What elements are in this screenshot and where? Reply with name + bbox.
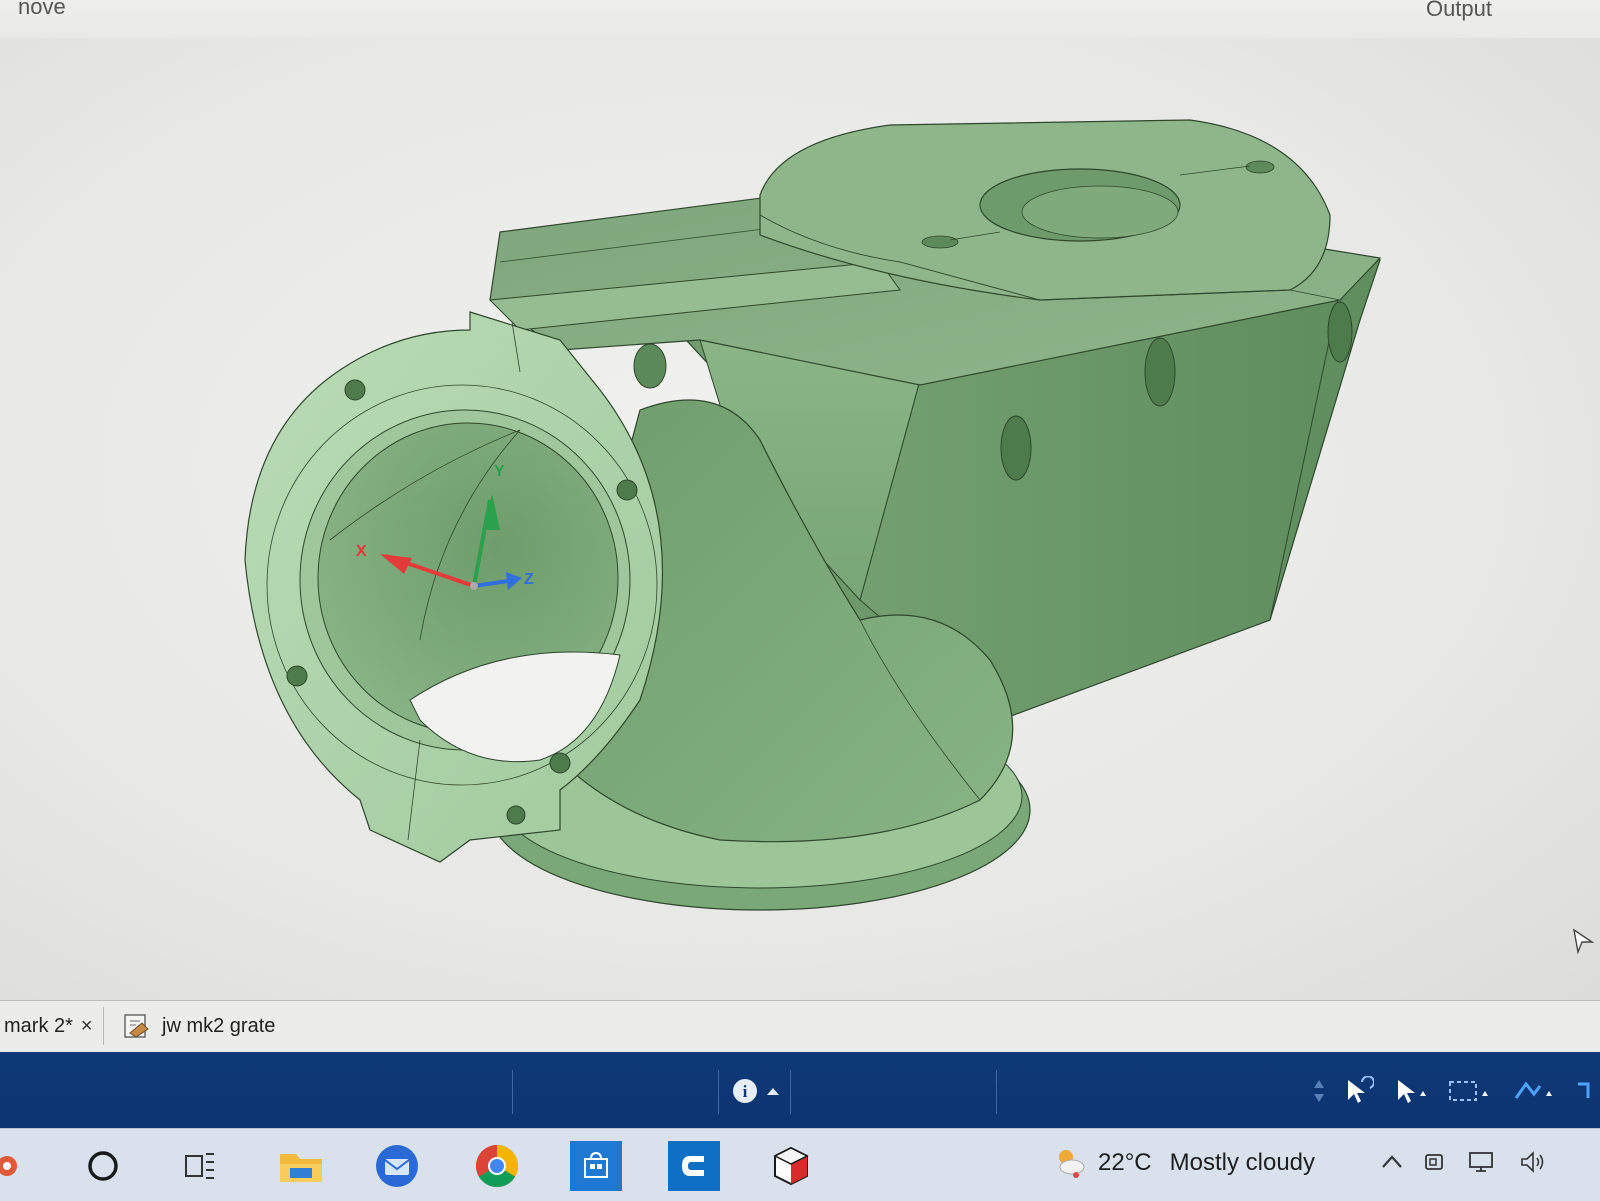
status-divider [512,1070,513,1114]
select-undo-icon[interactable] [1344,1076,1374,1106]
weather-condition: Mostly cloudy [1169,1149,1316,1176]
snap-icon[interactable] [1510,1076,1556,1106]
graphics-viewport[interactable]: X Y Z [0,38,1600,1000]
3d-model-view[interactable]: X Y Z [0,38,1600,1000]
info-icon: i [733,1079,757,1103]
status-divider [996,1070,997,1114]
tab-jw-mk2-grate[interactable]: jw mk2 grate [122,1007,275,1045]
start-icon[interactable] [0,1141,32,1191]
system-tray [1380,1149,1548,1175]
tab-label: mark 2* [4,1014,73,1037]
thunderbird-icon[interactable] [372,1141,422,1191]
meet-now-icon[interactable] [1422,1149,1448,1175]
output-label[interactable]: Output [1426,0,1492,22]
status-divider [790,1070,791,1114]
chrome-icon[interactable] [472,1141,522,1191]
status-tools [1312,1076,1594,1106]
spinner-icon[interactable] [1312,1076,1326,1106]
cad-app-icon[interactable] [668,1141,720,1191]
3d-cube-app-icon[interactable] [766,1141,816,1191]
document-tab-bar: mark 2* × jw mk2 grate [0,1000,1600,1053]
cursor-arrow-icon [1573,928,1594,954]
part-document-icon [124,1014,149,1038]
weather-temperature: 22°C [1098,1149,1152,1176]
status-divider [718,1070,719,1114]
y-axis-label: Y [494,463,505,480]
weather-cloud-icon [1059,1150,1085,1178]
weather-widget[interactable]: 22°C Mostly cloudy [1052,1145,1315,1181]
search-circle-icon[interactable] [78,1141,128,1191]
network-icon[interactable] [1466,1149,1500,1175]
select-arrow-icon[interactable] [1392,1076,1428,1106]
task-view-icon[interactable] [175,1141,225,1191]
file-explorer-icon[interactable] [276,1141,326,1191]
windows-taskbar: 22°C Mostly cloudy [0,1128,1600,1201]
chevron-up-icon [767,1088,779,1095]
svg-text:i: i [743,1082,748,1101]
tab-label: jw mk2 grate [162,1014,276,1037]
top-panel-strip: nove Output [0,0,1600,39]
store-icon[interactable] [570,1141,622,1191]
chevron-up-icon[interactable] [1380,1152,1404,1172]
z-axis-label: Z [524,571,534,588]
info-button[interactable]: i [732,1078,780,1104]
top-left-label[interactable]: nove [18,0,66,20]
cad-application: nove Output X Y Z mark 2* × jw mk2 grate… [0,0,1600,1201]
x-axis-label: X [356,543,367,560]
overflow-icon[interactable] [1574,1076,1594,1106]
close-icon[interactable]: × [81,1015,93,1038]
volume-icon[interactable] [1518,1149,1548,1175]
tab-mark-2[interactable]: mark 2* × [0,1007,104,1045]
status-bar: i [0,1052,1600,1128]
box-select-icon[interactable] [1446,1076,1492,1106]
